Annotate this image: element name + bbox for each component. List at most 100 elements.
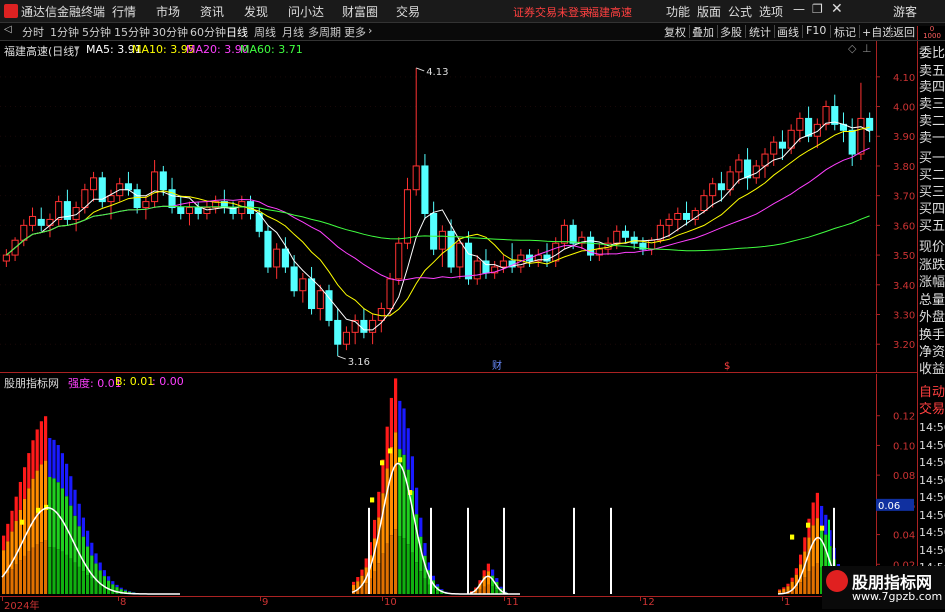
tab-monthly[interactable]: 月线 <box>282 24 304 40</box>
indicator-bar-top <box>386 427 389 469</box>
btn-f10[interactable]: F10 <box>806 24 826 37</box>
toolbar-divider <box>890 25 891 38</box>
indicator-b: B: 0.01 <box>115 375 154 388</box>
price-tick-label: 4.10 <box>893 73 915 84</box>
indicator-bar-mid <box>69 506 72 559</box>
tab-15min[interactable]: 15分钟 <box>114 24 150 40</box>
tab-multi-period[interactable]: 多周期 <box>308 24 341 40</box>
restore-icon[interactable]: ❐ <box>812 2 823 16</box>
candle-body <box>56 202 62 220</box>
indicator-signal-square <box>806 523 810 528</box>
trade-time: 14:56 <box>919 439 945 452</box>
tab-more[interactable]: 更多 <box>344 24 366 40</box>
menu-item-layout[interactable]: 版面 <box>697 3 721 20</box>
pin-icon[interactable]: ⊥ <box>862 42 872 55</box>
x-axis-tick <box>504 597 505 601</box>
tab-60min[interactable]: 60分钟 <box>190 24 226 40</box>
btn-overlay[interactable]: 叠加 <box>692 24 714 40</box>
close-icon[interactable]: ✕ <box>831 1 843 17</box>
btn-statistics[interactable]: 统计 <box>749 24 771 40</box>
candle-body <box>779 142 785 148</box>
candle-body <box>186 208 192 214</box>
price-tick-label: 3.60 <box>893 221 915 232</box>
indicator-bar-top <box>69 476 72 505</box>
indicator-bar-top <box>31 440 34 478</box>
back-icon[interactable]: ◁ <box>4 24 12 35</box>
tab-weekly[interactable]: 周线 <box>254 24 276 40</box>
price-chart[interactable]: 4.104.003.903.803.703.603.503.403.303.20… <box>0 41 917 373</box>
candle-body <box>282 249 288 267</box>
btn-multi-stock[interactable]: 多股 <box>720 24 742 40</box>
quote-field-label: 总量 <box>919 293 945 309</box>
settings-icon[interactable]: ◇ <box>848 42 856 55</box>
indicator-bar-base <box>99 585 102 594</box>
indicator-bar-top <box>812 502 815 525</box>
candle-body <box>465 243 471 279</box>
quote-field-label[interactable]: 自动 <box>919 385 945 401</box>
minimize-icon[interactable]: — <box>793 2 805 16</box>
indicator-bar-base <box>78 567 81 594</box>
quote-field-label: 卖二 <box>919 114 945 130</box>
indicator-bar-top <box>799 555 802 565</box>
menu-item-quotes[interactable]: 行情 <box>112 3 136 20</box>
tab-5min[interactable]: 5分钟 <box>82 24 111 40</box>
tab-1min[interactable]: 1分钟 <box>50 24 79 40</box>
btn-drawing[interactable]: 画线 <box>777 24 799 40</box>
toolbar-divider <box>689 25 690 38</box>
indicator-bar-top <box>94 553 97 563</box>
candle-body <box>553 243 559 261</box>
indicator-bar-top <box>432 576 435 581</box>
login-status[interactable]: 证券交易未登录 <box>513 4 590 20</box>
indicator-bar-mid <box>40 464 43 542</box>
indicator-bar-top <box>398 401 401 449</box>
candle-body <box>561 225 567 243</box>
quote-field-label: 净资 <box>919 345 945 361</box>
btn-add-watchlist[interactable]: +自选 <box>862 24 893 40</box>
btn-back[interactable]: 返回 <box>893 24 915 40</box>
candle-body <box>361 320 367 332</box>
indicator-bar-mid <box>816 518 819 564</box>
tab-30min[interactable]: 30分钟 <box>152 24 188 40</box>
indicator-bar-mid <box>44 461 47 541</box>
quote-field-label[interactable]: 交易 <box>919 402 945 418</box>
menu-item-news[interactable]: 资讯 <box>200 3 224 20</box>
price-axis-top: 01000 <box>917 26 945 40</box>
toolbar-divider <box>830 25 831 38</box>
indicator-bar-top <box>128 591 131 592</box>
tab-daily[interactable]: 日线 <box>226 24 248 40</box>
dropdown-icon[interactable]: ▾ <box>74 42 80 55</box>
indicator-bar-top <box>48 438 51 477</box>
menu-item-trade[interactable]: 交易 <box>396 3 420 20</box>
menu-item-formula[interactable]: 公式 <box>728 3 752 20</box>
signal-line <box>467 508 469 594</box>
x-axis-label: 8 <box>120 597 126 608</box>
indicator-bar-top <box>23 467 26 499</box>
menu-item-market[interactable]: 市场 <box>156 3 180 20</box>
tab-intraday[interactable]: 分时 <box>22 24 44 40</box>
candle-body <box>396 243 402 279</box>
indicator-chart[interactable]: 0.120.100.080.060.040.020.06 <box>0 374 917 596</box>
chevron-right-icon[interactable]: › <box>368 24 372 37</box>
candle-body <box>387 279 393 309</box>
title-bar: 通达信金融终端 行情 市场 资讯 发现 问小达 财富圈 交易 证券交易未登录 福… <box>0 0 945 23</box>
quote-field-label: 卖一 <box>919 131 945 147</box>
btn-restore-rights[interactable]: 复权 <box>664 24 686 40</box>
menu-item-wealth[interactable]: 财富圈 <box>342 3 378 20</box>
indicator-bar-base <box>423 579 426 594</box>
x-axis-tick <box>382 597 383 601</box>
indicator-bar-top <box>356 577 359 581</box>
indicator-bar-top <box>10 511 13 532</box>
menu-item-options[interactable]: 选项 <box>759 3 783 20</box>
indicator-bar-base <box>419 571 422 594</box>
candle-body <box>500 261 506 267</box>
menu-item-discover[interactable]: 发现 <box>244 3 268 20</box>
guest-user[interactable]: 游客 <box>893 3 917 20</box>
menu-item-function[interactable]: 功能 <box>666 3 690 20</box>
quote-field-label: 涨幅 <box>919 275 945 291</box>
indicator-bar-base <box>15 565 18 594</box>
indicator-bar-base <box>491 587 494 594</box>
indicator-bar-top <box>419 518 422 537</box>
menu-item-assistant[interactable]: 问小达 <box>288 3 324 20</box>
indicator-bar-mid <box>786 586 789 591</box>
btn-mark[interactable]: 标记 <box>834 24 856 40</box>
